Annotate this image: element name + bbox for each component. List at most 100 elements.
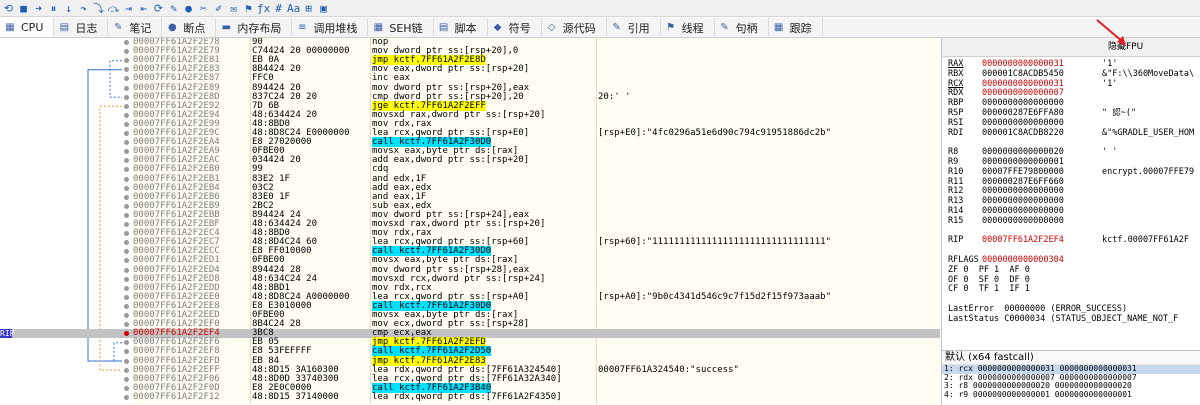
function-icon[interactable]: ƒx [257,2,270,15]
register-row[interactable]: R11 000000287E6FF660 [948,177,1200,187]
breakpoint-dot[interactable] [124,240,129,246]
breakpoint-dot[interactable] [124,394,129,400]
register-row[interactable]: R14 0000000000000000 [948,207,1200,216]
calling-convention-label[interactable]: 默认 (x64 fastcall) [942,351,1200,365]
breakpoint-dot[interactable] [124,85,129,91]
tab-call-stack[interactable]: ≡ 调用堆栈 [292,18,369,37]
register-row[interactable]: RCX 0000000000000031'1' [948,79,1200,89]
register-row[interactable]: RDI 000001C8ACDB8220 &"%GRADLE_USER_HOM [948,128,1200,138]
register-value[interactable]: 0000000000000020 [982,148,1102,157]
register-value[interactable]: 0000000000000000 [982,197,1102,206]
breakpoint-dot[interactable] [124,385,129,391]
breakpoint-dot[interactable] [124,258,129,264]
step-over-icon[interactable]: ↷ [77,2,90,15]
hash-icon[interactable]: # [272,2,285,15]
register-value[interactable]: 00007FF61A2F2EF4 [982,236,1102,245]
register-row[interactable]: RFLAGS 0000000000000304 [948,256,1200,265]
register-row[interactable]: R13 0000000000000000 [948,197,1200,206]
tab-log[interactable]: ▤ 日志 [54,18,109,37]
breakpoint-dot[interactable] [124,67,129,73]
breakpoint-dot[interactable] [124,212,129,218]
register-value[interactable]: 000001C8ACDB5450 [982,69,1102,79]
call-arg-row[interactable]: 4: r9 0000000000000001 0000000000000001 [942,390,1200,400]
tab-source[interactable]: ◇ 源代码 [542,18,607,37]
breakpoint-dot[interactable] [124,276,129,282]
register-row[interactable] [948,246,1200,255]
tab-breakpoint[interactable]: ● 断点 [162,18,217,37]
breakpoint-dot[interactable] [124,40,129,45]
breakpoint-dot[interactable] [124,131,129,136]
breakpoint-dot[interactable] [124,103,129,109]
breakpoint-dot[interactable] [124,140,129,146]
register-value[interactable]: 000000287E6FF660 [982,177,1102,187]
label-icon[interactable]: ✉ [227,2,240,15]
calculator-icon[interactable]: ⊞ [302,2,315,15]
breakpoint-dot[interactable] [124,303,129,309]
register-row[interactable]: R15 0000000000000000 [948,216,1200,226]
register-value[interactable]: 000000287E6FFA80 [982,109,1102,118]
breakpoint-dot[interactable] [124,349,129,355]
tab-symbols[interactable]: ◆ 符号 [488,18,542,37]
trace-over-icon[interactable]: ⤼ [107,2,120,15]
register-value[interactable]: 0000000000000304 [982,256,1102,265]
disassembly-view[interactable]: 00007FF61A2F2E78 90 nop 00007FF61A2F2E79 C74… [0,38,940,404]
tab-handles[interactable]: ✎ 句柄 [715,18,769,37]
trace-into-icon[interactable]: ⤵ [92,2,105,15]
breakpoint-dot[interactable] [124,322,129,328]
comment-icon[interactable]: ✐ [212,2,225,15]
execute-till-return-icon[interactable]: ⇥ [122,2,135,15]
animate-icon[interactable]: ⟳ [152,2,165,15]
breakpoint-dot[interactable] [124,58,129,64]
flags-row[interactable]: ZF 0 PF 1 AF 0 [948,265,1200,275]
breakpoint-dot[interactable] [124,158,129,164]
breakpoint-dot[interactable] [124,313,129,318]
register-value[interactable]: 0000000000000000 [982,187,1102,196]
register-row[interactable]: RAX 0000000000000031'1' [948,60,1200,69]
register-row[interactable]: RBP 0000000000000000 [948,99,1200,108]
tab-notes[interactable]: ✎ 笔记 [108,18,163,37]
tab-references[interactable]: ✎ 引用 [607,18,661,37]
register-value[interactable]: 0000000000000000 [982,216,1102,226]
hide-fpu-button[interactable]: 隐藏FPU [942,38,1200,57]
run-to-user-code-icon[interactable]: ⇤ [137,2,150,15]
register-value[interactable]: 000001C8ACDB8220 [982,128,1102,138]
script-icon[interactable]: ✂ [197,2,210,15]
breakpoint-dot[interactable] [124,331,129,337]
tab-cpu[interactable]: ▦ CPU [0,18,55,37]
breakpoint-dot[interactable] [124,121,129,127]
call-args-panel[interactable]: 默认 (x64 fastcall) 1: rcx 000000000000003… [941,350,1200,405]
register-row[interactable] [948,227,1200,236]
step-into-icon[interactable]: ↓ [62,2,75,15]
register-row[interactable]: RSI 0000000000000000 [948,118,1200,128]
stop-icon[interactable]: ■ [17,2,30,15]
flags-row[interactable]: CF 0 TF 1 IF 1 [948,285,1200,294]
register-value[interactable]: 0000000000000007 [982,89,1102,98]
register-row[interactable] [948,138,1200,147]
tab-script[interactable]: ▤ 脚本 [434,18,488,37]
register-row[interactable]: RDX 0000000000000007 [948,89,1200,98]
breakpoint-dot[interactable] [124,285,129,291]
register-row[interactable]: R10 00007FFE79800000 encrypt.00007FFE79 [948,167,1200,177]
register-value[interactable]: 0000000000000031 [982,79,1102,89]
register-value[interactable]: 0000000000000001 [982,158,1102,167]
register-row[interactable]: R8 0000000000000020 ' ' [948,148,1200,157]
scylla-icon[interactable]: ▣ [317,2,330,15]
breakpoint-icon[interactable]: ● [182,2,195,15]
breakpoint-dot[interactable] [124,267,129,273]
register-value[interactable]: 0000000000000031 [982,60,1102,69]
breakpoint-dot[interactable] [124,358,129,364]
tab-trace[interactable]: ▦ 跟踪 [769,18,823,37]
bookmark-icon[interactable]: ⚑ [242,2,255,15]
breakpoint-dot[interactable] [124,185,129,191]
tab-threads[interactable]: ⚑ 线程 [661,18,715,37]
breakpoint-dot[interactable] [124,112,129,118]
register-value[interactable]: 00007FFE79800000 [982,167,1102,177]
breakpoint-dot[interactable] [124,149,129,155]
breakpoint-dot[interactable] [124,76,129,82]
tab-seh[interactable]: ▦ SEH链 [368,18,434,37]
register-row[interactable]: R12 0000000000000000 [948,187,1200,196]
register-value[interactable]: 0000000000000000 [982,118,1102,128]
breakpoint-dot[interactable] [124,367,129,373]
breakpoint-dot[interactable] [124,49,129,55]
register-row[interactable]: R9 0000000000000001 [948,158,1200,167]
